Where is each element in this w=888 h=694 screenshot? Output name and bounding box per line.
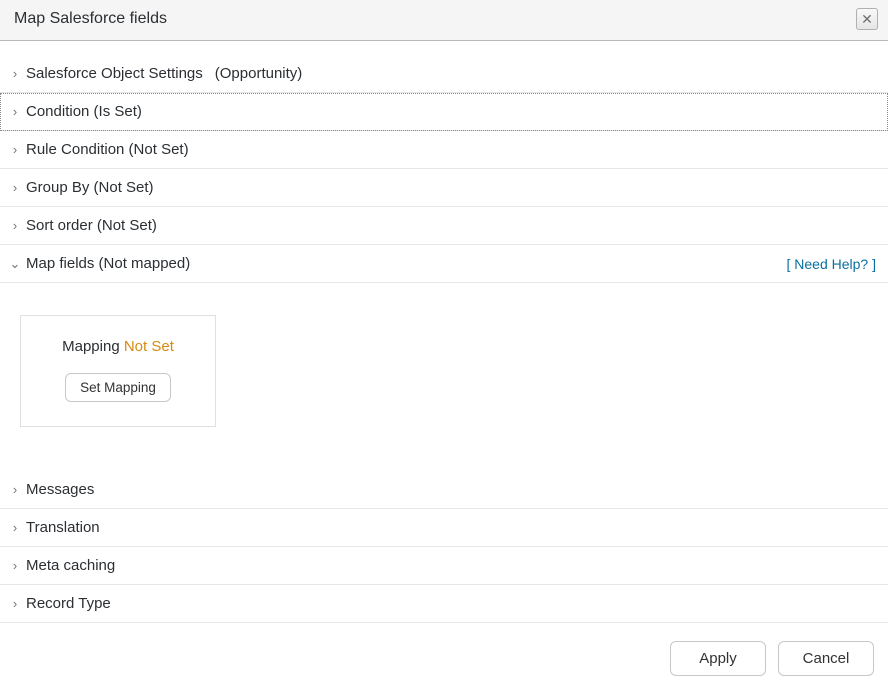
map-fields-body: Mapping Not Set Set Mapping <box>0 283 888 471</box>
close-icon: ✕ <box>861 12 873 26</box>
section-translation[interactable]: › Translation <box>0 509 888 547</box>
section-messages[interactable]: › Messages <box>0 471 888 509</box>
chevron-right-icon: › <box>8 142 22 157</box>
mapping-status-label: Mapping <box>62 338 120 355</box>
section-label: Record Type <box>26 595 111 612</box>
need-help-link[interactable]: [ Need Help? ] <box>787 256 877 272</box>
chevron-right-icon: › <box>8 520 22 535</box>
section-group-by[interactable]: › Group By (Not Set) <box>0 169 888 207</box>
mapping-status-value: Not Set <box>124 338 174 355</box>
section-label: Messages <box>26 481 94 498</box>
section-rule-condition[interactable]: › Rule Condition (Not Set) <box>0 131 888 169</box>
chevron-down-icon: ⌄ <box>8 256 22 272</box>
dialog-footer: Apply Cancel <box>0 623 888 694</box>
section-sort-order[interactable]: › Sort order (Not Set) <box>0 207 888 245</box>
section-condition[interactable]: › Condition (Is Set) <box>0 93 888 131</box>
sections: › Salesforce Object Settings (Opportunit… <box>0 41 888 623</box>
section-label: Sort order (Not Set) <box>26 217 157 234</box>
section-meta-caching[interactable]: › Meta caching <box>0 547 888 585</box>
section-record-type[interactable]: › Record Type <box>0 585 888 623</box>
close-button[interactable]: ✕ <box>856 8 878 30</box>
chevron-right-icon: › <box>8 218 22 233</box>
section-label: Rule Condition (Not Set) <box>26 141 189 158</box>
chevron-right-icon: › <box>8 558 22 573</box>
section-label: Group By (Not Set) <box>26 179 154 196</box>
chevron-right-icon: › <box>8 180 22 195</box>
section-object-settings[interactable]: › Salesforce Object Settings (Opportunit… <box>0 55 888 93</box>
dialog-title: Map Salesforce fields <box>14 10 167 28</box>
section-label: Map fields (Not mapped) <box>26 255 190 272</box>
chevron-right-icon: › <box>8 104 22 119</box>
mapping-status: Mapping Not Set <box>39 338 197 355</box>
dialog: Map Salesforce fields ✕ › Salesforce Obj… <box>0 0 888 694</box>
set-mapping-button[interactable]: Set Mapping <box>65 373 171 402</box>
section-label: Meta caching <box>26 557 115 574</box>
chevron-right-icon: › <box>8 66 22 81</box>
chevron-right-icon: › <box>8 596 22 611</box>
section-label: Translation <box>26 519 100 536</box>
section-map-fields[interactable]: ⌄ Map fields (Not mapped) [ Need Help? ] <box>0 245 888 283</box>
titlebar: Map Salesforce fields ✕ <box>0 0 888 41</box>
mapping-card: Mapping Not Set Set Mapping <box>20 315 216 427</box>
apply-button[interactable]: Apply <box>670 641 766 676</box>
cancel-button[interactable]: Cancel <box>778 641 874 676</box>
section-label: Condition (Is Set) <box>26 103 142 120</box>
section-label: Salesforce Object Settings <box>26 65 203 82</box>
chevron-right-icon: › <box>8 482 22 497</box>
section-extra: (Opportunity) <box>215 65 303 82</box>
